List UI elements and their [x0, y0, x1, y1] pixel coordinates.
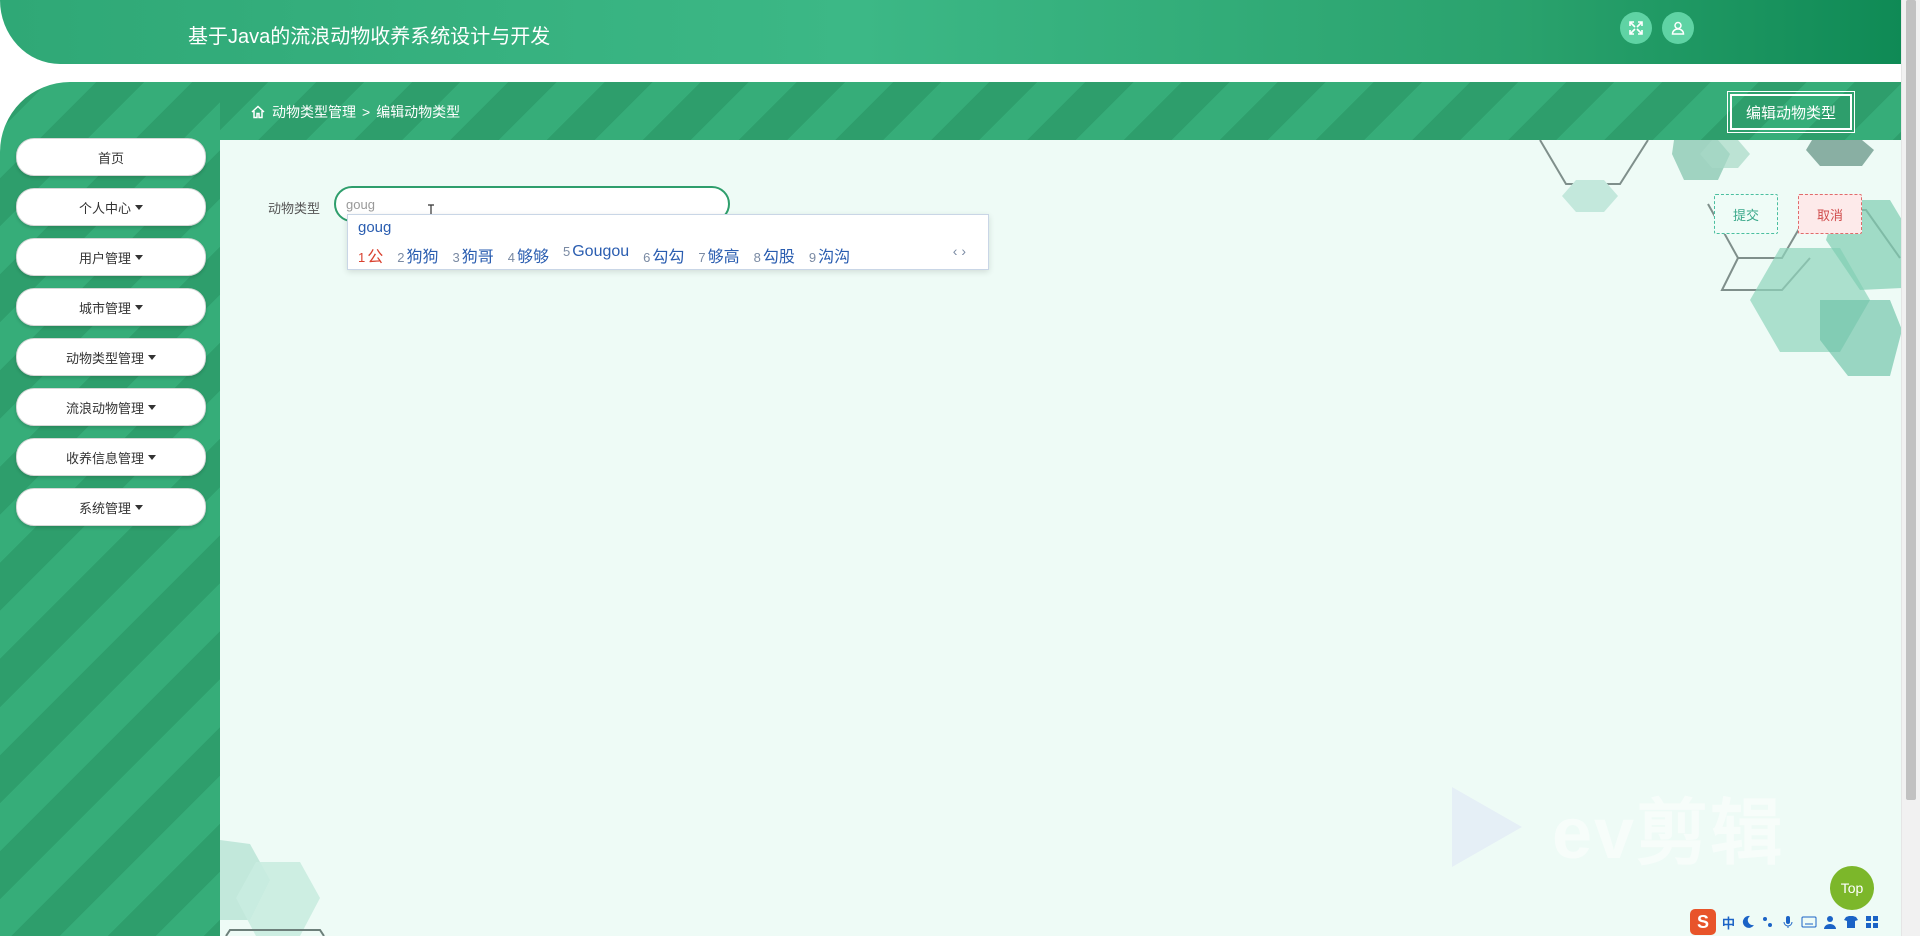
- ime-candidate-window: goug 1公 2 狗狗 3 狗哥 4 够够 5 Gougou 6 勾勾 7 够高 8 勾股 …: [347, 214, 989, 270]
- cancel-button[interactable]: 取消: [1798, 194, 1862, 234]
- keyboard-icon[interactable]: [1801, 915, 1817, 929]
- ime-candidate[interactable]: 3 狗哥: [453, 243, 494, 267]
- sidebar-item-system-management[interactable]: 系统管理: [16, 488, 206, 526]
- watermark: ev剪辑: [1452, 774, 1784, 879]
- ime-candidate[interactable]: 1公: [358, 243, 383, 267]
- page-scrollbar[interactable]: [1901, 0, 1920, 936]
- sidebar-item-label: 动物类型管理: [65, 350, 144, 366]
- ime-language-indicator[interactable]: 中: [1722, 913, 1735, 932]
- ime-candidates: 1公 2 狗狗 3 狗哥 4 够够 5 Gougou 6 勾勾 7 够高 8 勾股 9 沟沟: [358, 243, 850, 267]
- ime-candidate[interactable]: 5 Gougou: [563, 243, 629, 267]
- user-account-icon[interactable]: [1823, 915, 1837, 929]
- caret-down-icon: [135, 254, 143, 260]
- fullscreen-icon[interactable]: [1620, 12, 1652, 44]
- ime-candidate[interactable]: 6 勾勾: [643, 243, 684, 267]
- punctuation-icon[interactable]: [1761, 915, 1775, 929]
- microphone-icon[interactable]: [1781, 915, 1795, 929]
- sidebar-item-city-management[interactable]: 城市管理: [16, 288, 206, 326]
- caret-down-icon: [148, 404, 156, 410]
- sogou-logo-icon[interactable]: S: [1690, 909, 1716, 935]
- ime-candidate[interactable]: 7 够高: [698, 243, 739, 267]
- sidebar-item-label: 系统管理: [78, 500, 131, 516]
- breadcrumb: 动物类型管理 > 编辑动物类型: [250, 102, 460, 122]
- breadcrumb-separator: >: [362, 104, 371, 120]
- back-to-top-button[interactable]: Top: [1830, 866, 1874, 910]
- ime-candidate[interactable]: 8 勾股: [754, 243, 795, 267]
- sidebar-item-label: 用户管理: [78, 250, 131, 266]
- sidebar-item-home[interactable]: 首页: [16, 138, 206, 176]
- sidebar-item-stray-animal-management[interactable]: 流浪动物管理: [16, 388, 206, 426]
- ime-toolbar: S 中: [1690, 908, 1902, 936]
- page-title: 编辑动物类型: [1726, 91, 1856, 133]
- toolbox-grid-icon[interactable]: [1865, 915, 1879, 929]
- caret-down-icon: [148, 454, 156, 460]
- breadcrumb-bar: 动物类型管理 > 编辑动物类型 编辑动物类型: [220, 82, 1902, 140]
- caret-down-icon: [135, 304, 143, 310]
- ime-candidate[interactable]: 9 沟沟: [809, 243, 850, 267]
- sidebar-item-label: 个人中心: [78, 200, 131, 216]
- breadcrumb-current: 编辑动物类型: [376, 104, 461, 120]
- sidebar-item-label: 城市管理: [78, 300, 131, 316]
- caret-down-icon: [135, 504, 143, 510]
- watermark-text: ev剪辑: [1552, 794, 1785, 874]
- ime-candidate[interactable]: 4 够够: [508, 243, 549, 267]
- caret-down-icon: [135, 204, 143, 210]
- user-icon[interactable]: [1662, 12, 1694, 44]
- sidebar-item-adoption-management[interactable]: 收养信息管理: [16, 438, 206, 476]
- top-header: 基于Java的流浪动物收养系统设计与开发: [0, 0, 1902, 64]
- sidebar: 首页 个人中心 用户管理 城市管理 动物类型管理 流浪动物管理 收养信息管理 系…: [0, 82, 220, 936]
- sidebar-item-label: 流浪动物管理: [65, 400, 144, 416]
- scrollbar-thumb[interactable]: [1906, 0, 1916, 800]
- submit-button[interactable]: 提交: [1714, 194, 1778, 234]
- sidebar-item-label: 首页: [97, 150, 124, 166]
- hexagon-decoration-icon: [220, 840, 325, 936]
- sidebar-item-personal-center[interactable]: 个人中心: [16, 188, 206, 226]
- breadcrumb-parent[interactable]: 动物类型管理: [272, 102, 356, 122]
- ime-candidate[interactable]: 2 狗狗: [397, 243, 438, 267]
- sidebar-item-label: 收养信息管理: [65, 450, 144, 466]
- ime-page-nav[interactable]: ‹ ›: [953, 243, 966, 259]
- caret-down-icon: [148, 354, 156, 360]
- animal-type-label: 动物类型: [268, 201, 321, 216]
- hexagon-decoration-icon: [1539, 140, 1902, 376]
- ime-pinyin: goug: [358, 219, 392, 236]
- skin-shirt-icon[interactable]: [1843, 915, 1859, 929]
- home-icon[interactable]: [250, 104, 266, 120]
- app-title: 基于Java的流浪动物收养系统设计与开发: [188, 26, 551, 48]
- moon-icon[interactable]: [1741, 915, 1755, 929]
- sidebar-item-user-management[interactable]: 用户管理: [16, 238, 206, 276]
- play-logo-icon: [1452, 786, 1522, 867]
- sidebar-item-animal-type-management[interactable]: 动物类型管理: [16, 338, 206, 376]
